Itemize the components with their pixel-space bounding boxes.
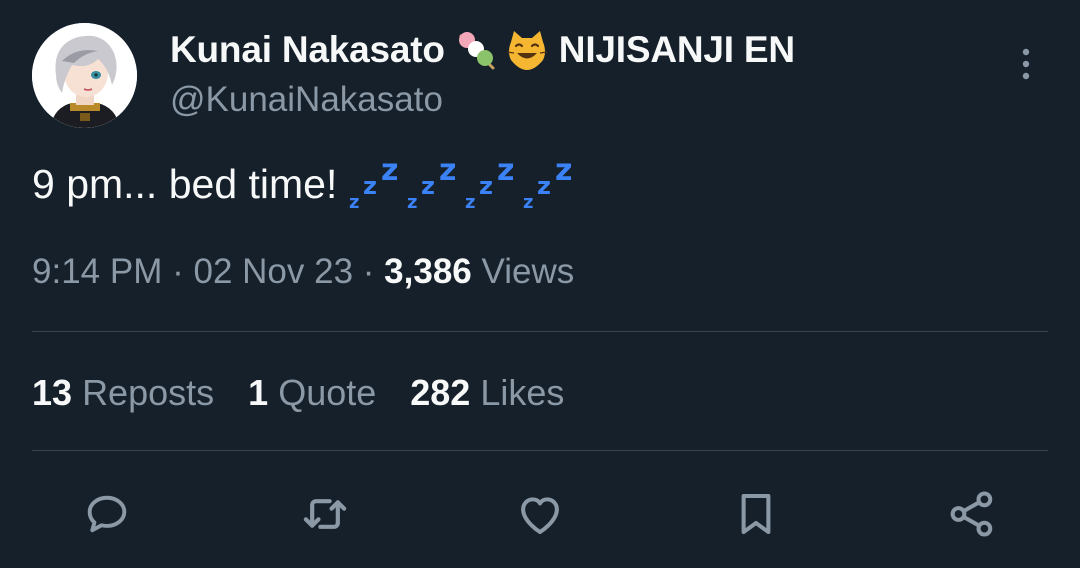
divider [32,331,1048,332]
tweet-text: 9 pm... bed time! [32,160,338,207]
svg-text:z: z [479,172,493,200]
zzz-emoji: zz z [465,154,514,213]
reposts-stat[interactable]: 13 Reposts [32,372,214,414]
reposts-count: 13 [32,372,73,413]
author-affiliation: NIJISANJI EN [558,29,795,70]
svg-text:z: z [407,192,417,213]
zzz-emoji-group: zzzzzzzzzzzz [349,154,581,214]
bookmark-icon [741,493,771,535]
views-label: Views [481,252,575,291]
svg-text:z: z [523,192,533,213]
engagement-stats: 13 Reposts 1 Quote 282 Likes [32,372,598,414]
like-button[interactable] [510,484,570,544]
like-icon [521,497,559,535]
zzz-emoji: zz z [407,154,456,213]
reply-icon [87,495,127,533]
author-handle[interactable]: @KunaiNakasato [170,80,443,120]
dango-emoji [455,28,499,72]
smiling-cat-emoji [505,28,549,72]
quotes-label: Quote [278,372,377,413]
quotes-stat[interactable]: 1 Quote [248,372,376,414]
svg-text:z: z [363,172,377,200]
more-options-button[interactable] [1010,44,1042,84]
svg-text:z: z [381,154,398,188]
meta-separator: · [362,252,375,291]
svg-text:z: z [465,192,475,213]
author-name-line: Kunai Nakasato NIJISANJI EN [170,27,795,73]
views-count: 3,386 [384,252,472,291]
svg-text:z: z [555,154,572,188]
meta-separator: · [172,252,184,291]
svg-text:z: z [439,154,456,188]
svg-text:z: z [421,172,435,200]
repost-button[interactable] [295,484,355,544]
more-vertical-icon [1022,48,1030,80]
tweet-meta: 9:14 PM · 02 Nov 23 · 3,386 Views [32,252,574,292]
likes-stat[interactable]: 282 Likes [410,372,564,414]
bookmark-button[interactable] [726,484,786,544]
tweet-body: 9 pm... bed time! zzzzzzzzzzzz [32,154,581,213]
reply-button[interactable] [77,484,137,544]
share-icon [950,491,993,537]
share-button[interactable] [942,484,1002,544]
likes-count: 282 [410,372,471,413]
tweet-time[interactable]: 9:14 PM [32,252,162,291]
svg-text:z: z [349,192,359,213]
author-display-name[interactable]: Kunai Nakasato [170,29,445,71]
tweet-action-bar [0,484,1080,544]
svg-text:z: z [497,154,514,188]
zzz-emoji: zz z [349,154,398,213]
tweet-date[interactable]: 02 Nov 23 [193,252,353,291]
repost-icon [303,499,347,529]
divider [32,450,1048,451]
zzz-emoji: zz z [523,154,572,213]
svg-text:z: z [537,172,551,200]
quotes-count: 1 [248,372,269,413]
avatar-image [32,23,137,128]
author-avatar[interactable] [32,23,137,128]
reposts-label: Reposts [82,372,215,413]
likes-label: Likes [480,372,565,413]
